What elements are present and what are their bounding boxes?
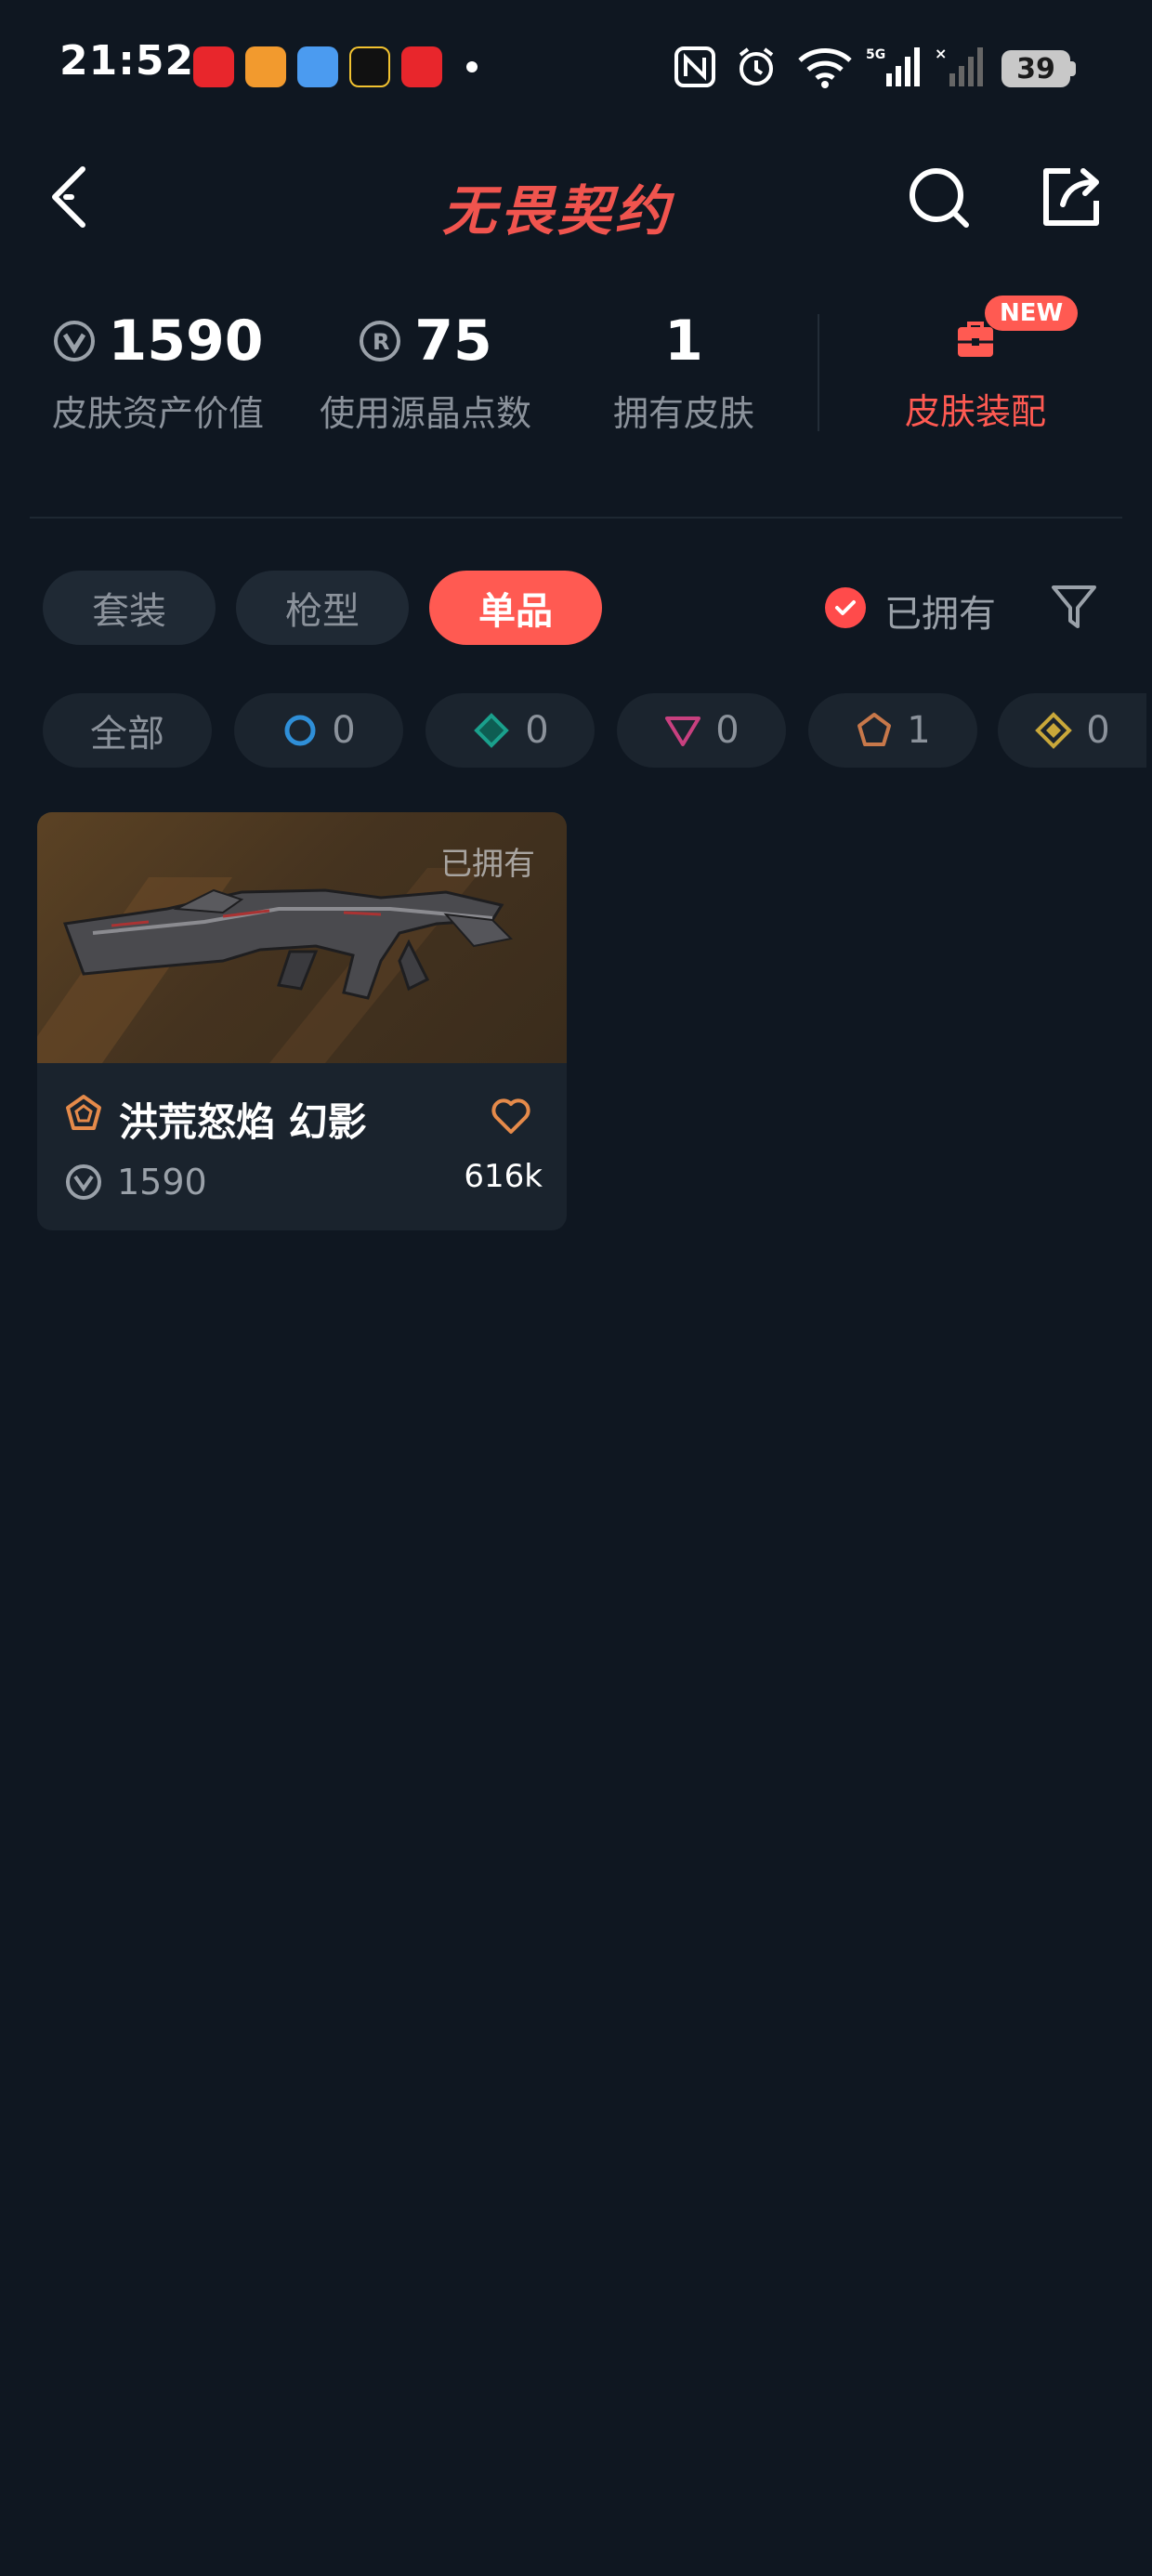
share-button[interactable]	[1037, 164, 1104, 230]
tab-bundles[interactable]: 套装	[43, 571, 216, 645]
skin-card[interactable]: 已拥有 洪荒怒焰 幻影 1590 616k	[37, 812, 567, 1230]
filter-funnel-icon	[1052, 585, 1096, 628]
vp-coin-icon	[53, 321, 95, 361]
owned-tag: 已拥有	[440, 846, 535, 883]
skin-image: 已拥有	[37, 812, 567, 1063]
rarity-chip-premium[interactable]: 0	[617, 693, 786, 768]
filter-button[interactable]	[1048, 580, 1100, 636]
app-title: 无畏契约	[441, 179, 673, 243]
stat-owned-skins: 1 拥有皮肤	[572, 309, 795, 436]
rarity-chip-ultra[interactable]: 0	[998, 693, 1146, 768]
weather-app-icon	[297, 46, 338, 87]
stat-value: 1590	[108, 309, 264, 374]
search-icon	[910, 168, 969, 228]
radianite-icon: R	[360, 321, 401, 361]
stat-skin-asset-value: 1590 皮肤资产价值	[37, 309, 279, 436]
ultra-tier-icon	[1035, 712, 1073, 749]
nfc-icon	[673, 45, 717, 89]
rarity-chip-select[interactable]: 0	[234, 693, 403, 768]
owned-filter-label[interactable]: 已拥有	[884, 584, 996, 637]
deluxe-tier-icon	[474, 713, 510, 748]
stat-value: 75	[414, 309, 492, 374]
status-time: 21:52	[59, 37, 195, 85]
stat-label: 拥有皮肤	[612, 393, 754, 434]
rarity-chip-exclusive[interactable]: 1	[808, 693, 977, 768]
share-icon	[1043, 168, 1099, 226]
tab-single-items[interactable]: 单品	[429, 571, 602, 645]
battery-tip	[1070, 61, 1076, 76]
tab-weapon-type[interactable]: 枪型	[236, 571, 409, 645]
like-count: 616k	[464, 1158, 543, 1195]
svg-text:×: ×	[935, 46, 947, 62]
chip-label: 全部	[90, 713, 164, 756]
skin-price: 1590	[117, 1162, 207, 1203]
check-icon	[835, 600, 856, 615]
new-badge: NEW	[985, 296, 1079, 331]
app-notification-icon	[349, 46, 390, 87]
app-notification-icon	[245, 46, 286, 87]
skin-name: 洪荒怒焰 幻影	[119, 1099, 367, 1145]
more-notifications-icon	[466, 61, 478, 72]
rarity-chip-all[interactable]: 全部	[43, 693, 212, 768]
alarm-icon	[734, 45, 779, 89]
search-button[interactable]	[907, 165, 972, 230]
premium-tier-icon	[665, 716, 701, 746]
svg-text:R: R	[373, 329, 389, 355]
signal-no-service-icon: ×	[933, 45, 988, 89]
skin-loadout-label: 皮肤装配	[904, 391, 1046, 432]
like-button[interactable]	[489, 1093, 533, 1137]
chevron-left-icon	[52, 166, 85, 228]
wifi-icon	[795, 45, 855, 89]
chip-count: 0	[332, 709, 356, 752]
chip-count: 0	[1086, 709, 1110, 752]
chip-count: 1	[907, 709, 931, 752]
section-divider	[30, 517, 1122, 519]
vp-coin-icon	[66, 1164, 101, 1200]
select-tier-icon	[284, 715, 316, 746]
heart-icon	[491, 1098, 530, 1134]
owned-filter-checkbox[interactable]	[825, 587, 866, 628]
stat-value: 1	[664, 309, 703, 374]
chip-count: 0	[715, 709, 740, 752]
stat-label: 使用源晶点数	[319, 393, 531, 434]
back-button[interactable]	[41, 160, 97, 234]
chip-count: 0	[525, 709, 549, 752]
exclusive-tier-icon	[66, 1095, 101, 1130]
svg-text:5G: 5G	[866, 47, 885, 62]
app-notification-icon	[401, 46, 442, 87]
stat-label: 皮肤资产价值	[51, 393, 264, 434]
skin-loadout-button[interactable]: 皮肤装配	[855, 316, 1096, 446]
rarity-chip-deluxe[interactable]: 0	[425, 693, 595, 768]
app-notification-icon	[193, 46, 234, 87]
stats-divider	[818, 314, 819, 431]
stat-radianite-points: R 75 使用源晶点数	[305, 309, 546, 436]
exclusive-tier-icon	[857, 713, 892, 746]
signal-5g-icon: 5G	[864, 45, 923, 89]
battery-indicator: 39	[1001, 50, 1070, 87]
